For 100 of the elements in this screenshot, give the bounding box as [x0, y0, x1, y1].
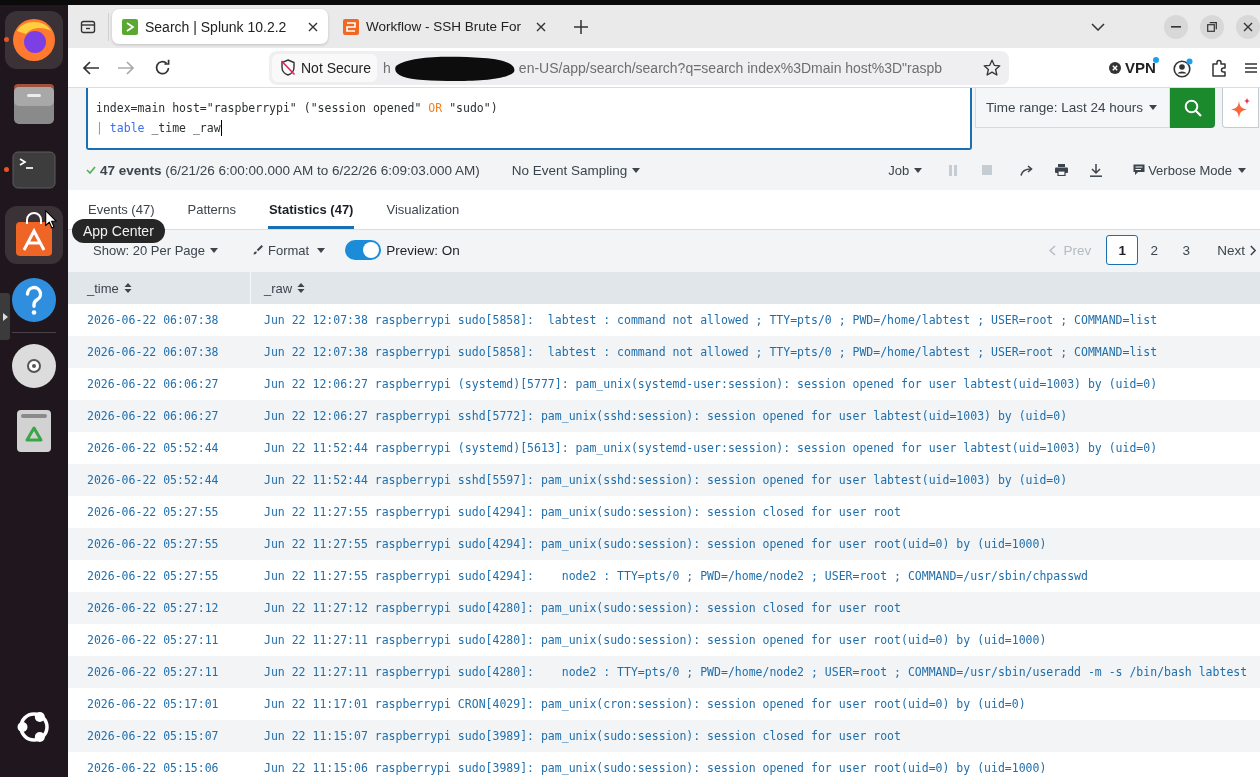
tab-list-icon[interactable]	[80, 18, 96, 35]
dock-item[interactable]	[5, 10, 63, 69]
vpn-button[interactable]: VPN	[1109, 59, 1156, 76]
chevron-down-icon[interactable]	[1091, 22, 1105, 31]
event-raw: Jun 22 12:06:27 raspberrypi (systemd)[5777]: pam_unix(systemd-user:session): session opened for user labtest(uid=1003) by (uid=0)	[264, 377, 1158, 391]
expand-handle-icon[interactable]	[0, 293, 10, 340]
results-tab[interactable]: Statistics (47)	[267, 190, 355, 229]
next-page-button[interactable]: Next	[1217, 242, 1256, 258]
preview-label: Preview: On	[386, 242, 460, 258]
time-range-picker[interactable]: Time range: Last 24 hours	[975, 88, 1170, 128]
page-size-dropdown[interactable]: Show: 20 Per Page	[93, 243, 219, 257]
pointer-cursor-icon	[45, 210, 57, 229]
browser-app-icon	[11, 16, 57, 63]
minimize-icon	[1171, 25, 1181, 28]
favicon-icon	[343, 18, 359, 35]
job-dropdown[interactable]: Job	[888, 162, 923, 178]
browser-tab[interactable]: Search | Splunk 10.2.2	[112, 9, 328, 44]
download-icon[interactable]	[1090, 163, 1103, 177]
tooltip: App Center	[72, 219, 165, 243]
page-button[interactable]: 1	[1106, 235, 1139, 265]
reload-icon[interactable]	[154, 59, 171, 76]
caret-down-icon	[317, 247, 326, 253]
plus-icon[interactable]	[574, 19, 588, 34]
results-tab[interactable]: Visualization	[385, 201, 461, 219]
text-cursor-icon	[220, 120, 223, 136]
event-time: 2026-06-22 06:07:38	[87, 313, 219, 327]
close-icon[interactable]	[308, 21, 318, 32]
event-raw: Jun 22 12:07:38 raspberrypi sudo[5858]: labtest : command not allowed ; TTY=pts/0 ; PWD=/home/labtest ; USER=root ; COMMAND=list	[264, 345, 1158, 359]
event-raw: Jun 22 11:17:01 raspberrypi CRON[4029]: pam_unix(cron:session): session opened for user root(uid=0) by (uid=0)	[264, 697, 1026, 711]
event-time: 2026-06-22 06:07:38	[87, 345, 219, 359]
puzzle-icon[interactable]	[1210, 58, 1229, 77]
event-time: 2026-06-22 05:17:01	[87, 697, 219, 711]
sampling-dropdown[interactable]: No Event Sampling	[511, 162, 641, 178]
event-time: 2026-06-22 06:06:27	[87, 377, 219, 391]
disc-icon	[11, 342, 57, 389]
chevron-right-icon	[1250, 244, 1256, 256]
notification-dot-icon	[1152, 57, 1159, 63]
sort-icon	[123, 283, 132, 293]
event-time: 2026-06-22 05:27:11	[87, 633, 219, 647]
dock-item[interactable]	[5, 205, 63, 264]
event-raw: Jun 22 11:27:55 raspberrypi sudo[4294]: pam_unix(sudo:session): session opened for user root(uid=0) by (uid=1000)	[264, 537, 1047, 551]
sparkle-icon	[1229, 96, 1252, 119]
close-icon	[1243, 21, 1253, 32]
chevron-left-icon	[1049, 244, 1057, 256]
address-bar[interactable]: Not Secure h en-US/app/search/search?q=search index%3Dmain host%3D"raspb	[269, 50, 1009, 85]
event-time: 2026-06-22 05:27:55	[87, 569, 219, 583]
event-raw: Jun 22 11:52:44 raspberrypi (systemd)[5613]: pam_unix(systemd-user:session): session opened for user labtest(uid=1003) by (uid=0)	[264, 441, 1158, 455]
dock-item[interactable]	[11, 342, 57, 389]
event-raw: Jun 22 11:15:06 raspberrypi sudo[3989]: pam_unix(sudo:session): session opened for user root(uid=0) by (uid=1000)	[264, 761, 1047, 775]
account-icon[interactable]	[1172, 57, 1193, 78]
favicon-icon	[122, 18, 138, 35]
menu-icon[interactable]	[1244, 61, 1257, 74]
page-button[interactable]: 3	[1170, 235, 1203, 265]
results-tab[interactable]: Patterns	[186, 201, 237, 219]
event-time: 2026-06-22 06:06:27	[87, 409, 219, 423]
caret-down-icon	[632, 167, 641, 173]
event-time: 2026-06-22 05:15:06	[87, 761, 219, 775]
caret-down-icon	[210, 247, 219, 253]
event-time: 2026-06-22 05:27:55	[87, 505, 219, 519]
toggle-switch[interactable]	[345, 240, 382, 260]
event-time: 2026-06-22 05:52:44	[87, 473, 219, 487]
mode-dropdown[interactable]: Verbose Mode	[1133, 162, 1246, 178]
event-time: 2026-06-22 05:15:07	[87, 729, 219, 743]
page-button[interactable]: 2	[1138, 235, 1171, 265]
event-raw: Jun 22 11:27:12 raspberrypi sudo[4280]: pam_unix(sudo:session): session closed for user root	[264, 601, 901, 615]
back-icon[interactable]	[82, 59, 100, 76]
search-field[interactable]: index=main host="raspberrypi" ("session opened" OR "sudo") | table _time _raw	[86, 88, 972, 150]
event-raw: Jun 22 11:52:44 raspberrypi sshd[5597]: pam_unix(sshd:session): session opened for user labtest(uid=1003) by (uid=0)	[264, 473, 1068, 487]
help-icon	[11, 276, 57, 323]
event-raw: Jun 22 12:07:38 raspberrypi sudo[5858]: labtest : command not allowed ; TTY=pts/0 ; PWD=/home/labtest ; USER=root ; COMMAND=list	[264, 313, 1158, 327]
maximize-button[interactable]	[1200, 14, 1224, 39]
event-raw: Jun 22 11:27:55 raspberrypi sudo[4294]: pam_unix(sudo:session): session closed for user root	[264, 505, 901, 519]
event-raw: Jun 22 12:06:27 raspberrypi sshd[5772]: pam_unix(sshd:session): session opened for user labtest(uid=1003) by (uid=0)	[264, 409, 1068, 423]
x-circle-icon	[1109, 61, 1121, 74]
event-raw: Jun 22 11:27:11 raspberrypi sudo[4280]: pam_unix(sudo:session): session opened for user root(uid=0) by (uid=1000)	[264, 633, 1047, 647]
window-close-button[interactable]	[1236, 14, 1260, 39]
format-dropdown[interactable]: Format	[253, 242, 326, 258]
search-icon	[1183, 99, 1202, 117]
results-tab[interactable]: Events (47)	[87, 201, 156, 219]
event-time: 2026-06-22 05:27:12	[87, 601, 219, 615]
shield-slash-icon	[280, 59, 296, 76]
event-raw: Jun 22 11:27:55 raspberrypi sudo[4294]: node2 : TTY=pts/0 ; PWD=/home/node2 ; USER=root ; COMMAND=/usr/sbin/chpasswd	[264, 569, 1088, 583]
caret-down-icon	[1238, 167, 1246, 173]
caret-down-icon	[914, 167, 923, 173]
close-icon[interactable]	[536, 21, 546, 32]
star-icon[interactable]	[983, 58, 1001, 77]
event-raw: Jun 22 11:15:07 raspberrypi sudo[3989]: pam_unix(sudo:session): session closed for user root	[264, 729, 901, 743]
restore-icon	[1207, 21, 1217, 32]
events-summary: 47 events (6/21/26 6:00:00.000 AM to 6/22/26 6:09:03.000 AM)	[100, 162, 480, 178]
browser-tab[interactable]: Workflow - SSH Brute For	[335, 9, 560, 44]
minimize-button[interactable]	[1164, 14, 1188, 39]
dock-item[interactable]	[11, 276, 57, 323]
column-header[interactable]: _raw	[251, 272, 1260, 304]
security-button[interactable]: Not Secure	[272, 53, 378, 82]
search-button[interactable]	[1170, 88, 1215, 128]
sort-icon	[297, 283, 306, 293]
printer-icon[interactable]	[1055, 164, 1069, 176]
comment-icon	[1133, 164, 1146, 176]
assistant-button[interactable]	[1222, 88, 1259, 128]
share-icon[interactable]	[1020, 164, 1034, 176]
